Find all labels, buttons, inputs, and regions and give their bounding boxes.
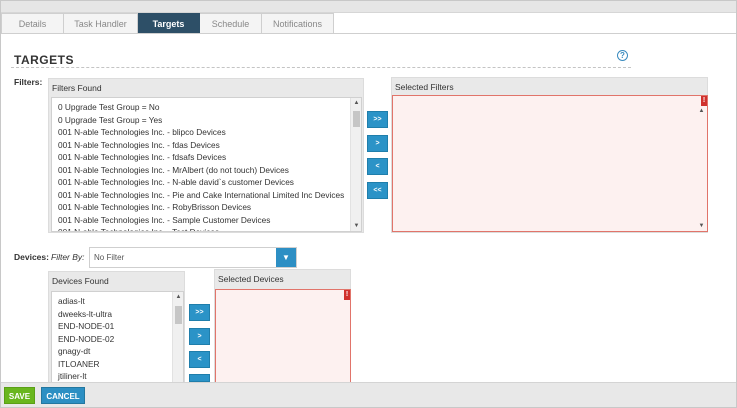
- remove-all-devices-button[interactable]: [189, 374, 210, 382]
- add-filter-button[interactable]: >: [367, 135, 388, 152]
- devices-found-list[interactable]: adias-lt dweeks-lt-ultra END-NODE-01 END-NO…: [51, 291, 184, 389]
- selected-filters-header: Selected Filters: [395, 82, 454, 92]
- selected-devices-panel: Selected Devices !: [214, 269, 351, 389]
- tab-schedule[interactable]: Schedule: [200, 13, 262, 34]
- add-all-filters-button[interactable]: >>: [367, 111, 388, 128]
- tab-bar: Details Task Handler Targets Schedule No…: [1, 13, 334, 34]
- list-item[interactable]: jtiliner-lt: [52, 370, 183, 383]
- error-flag-icon: !: [701, 96, 707, 106]
- devices-scrollbar[interactable]: ▲: [172, 292, 183, 388]
- top-bar: [1, 1, 736, 13]
- selected-filters-list[interactable]: ! ▲ ▼: [392, 95, 708, 232]
- list-item[interactable]: END-NODE-02: [52, 333, 183, 346]
- list-item[interactable]: 001 N-able Technologies Inc. - fdsafs De…: [52, 151, 361, 164]
- list-item[interactable]: 0 Upgrade Test Group = No: [52, 101, 361, 114]
- scroll-down-icon[interactable]: ▼: [351, 221, 361, 231]
- tab-notifications[interactable]: Notifications: [262, 13, 334, 34]
- list-item[interactable]: END-NODE-01: [52, 320, 183, 333]
- save-button[interactable]: SAVE: [4, 387, 35, 404]
- selected-filters-panel: Selected Filters ! ▲ ▼: [391, 77, 708, 233]
- list-item[interactable]: 001 N-able Technologies Inc. - RobyBriss…: [52, 201, 361, 214]
- scroll-down-icon[interactable]: ▼: [696, 221, 707, 231]
- selected-filters-scrollbar[interactable]: ▲ ▼: [696, 106, 707, 231]
- list-item[interactable]: dweeks-lt-ultra: [52, 308, 183, 321]
- filters-found-panel: Filters Found 0 Upgrade Test Group = No 0…: [48, 78, 364, 233]
- devices-found-panel: Devices Found adias-lt dweeks-lt-ultra END…: [48, 271, 185, 389]
- chevron-down-icon[interactable]: ▼: [276, 248, 296, 267]
- footer-bar: [1, 382, 736, 407]
- list-item[interactable]: 0 Upgrade Test Group = Yes: [52, 114, 361, 127]
- selected-devices-header: Selected Devices: [218, 274, 284, 284]
- filters-found-header: Filters Found: [52, 83, 102, 93]
- scroll-up-icon[interactable]: ▲: [696, 106, 707, 116]
- cancel-button[interactable]: CANCEL: [41, 387, 85, 404]
- list-item[interactable]: 001 N-able Technologies Inc. - blipco De…: [52, 126, 361, 139]
- list-item[interactable]: 001 N-able Technologies Inc. - Sample Cu…: [52, 214, 361, 227]
- tab-details[interactable]: Details: [1, 13, 64, 34]
- list-item[interactable]: 001 N-able Technologies Inc. - Test Devi…: [52, 226, 361, 231]
- remove-filter-button[interactable]: <: [367, 158, 388, 175]
- tab-underline: [1, 33, 736, 34]
- filters-scrollbar[interactable]: ▲ ▼: [350, 98, 361, 231]
- error-flag-icon: !: [344, 290, 350, 300]
- list-item[interactable]: 001 N-able Technologies Inc. - N-able da…: [52, 176, 361, 189]
- filters-label: Filters:: [14, 77, 43, 87]
- list-item[interactable]: ITLOANER: [52, 358, 183, 371]
- help-icon[interactable]: ?: [617, 50, 628, 61]
- tab-task-handler[interactable]: Task Handler: [64, 13, 138, 34]
- section-title: TARGETS: [14, 53, 74, 67]
- scroll-up-icon[interactable]: ▲: [173, 292, 183, 302]
- scroll-thumb[interactable]: [175, 306, 182, 324]
- filter-by-label: Filter By:: [51, 252, 85, 262]
- list-item[interactable]: gnagy-dt: [52, 345, 183, 358]
- filter-by-value: No Filter: [94, 253, 125, 262]
- targets-window: Details Task Handler Targets Schedule No…: [0, 0, 737, 408]
- scroll-thumb[interactable]: [353, 111, 360, 127]
- list-item[interactable]: 001 N-able Technologies Inc. - MrAlbert …: [52, 164, 361, 177]
- list-item[interactable]: 001 N-able Technologies Inc. - fdas Devi…: [52, 139, 361, 152]
- devices-label: Devices:: [14, 252, 49, 262]
- filter-by-select[interactable]: No Filter ▼: [89, 247, 297, 268]
- filters-found-list[interactable]: 0 Upgrade Test Group = No 0 Upgrade Test …: [51, 97, 362, 232]
- scroll-up-icon[interactable]: ▲: [351, 98, 361, 108]
- add-device-button[interactable]: >: [189, 328, 210, 345]
- add-all-devices-button[interactable]: >>: [189, 304, 210, 321]
- remove-all-filters-button[interactable]: <<: [367, 182, 388, 199]
- devices-found-header: Devices Found: [52, 276, 109, 286]
- list-item[interactable]: adias-lt: [52, 295, 183, 308]
- selected-devices-list[interactable]: !: [215, 289, 351, 389]
- list-item[interactable]: 001 N-able Technologies Inc. - Pie and C…: [52, 189, 361, 202]
- section-divider: [11, 67, 631, 68]
- tab-targets[interactable]: Targets: [138, 13, 200, 34]
- remove-device-button[interactable]: <: [189, 351, 210, 368]
